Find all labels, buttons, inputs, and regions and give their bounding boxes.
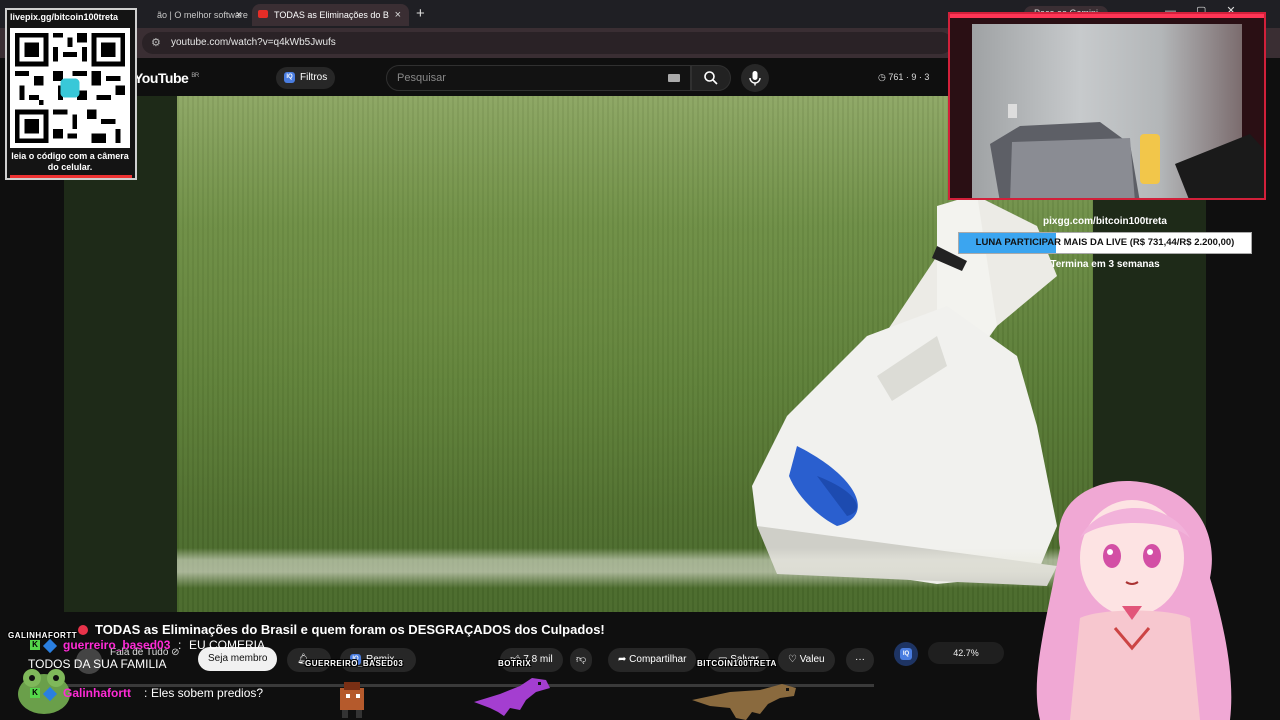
more-icon: ··· [855, 654, 865, 665]
thanks-label: Valeu [799, 654, 825, 665]
qr-code [10, 28, 130, 148]
new-tab-button[interactable]: + [416, 5, 425, 22]
share-icon: ➦ [618, 654, 627, 665]
thanks-icon: ♡ [788, 654, 797, 665]
search-placeholder: Pesquisar [397, 72, 446, 84]
purple-dinosaur-icon [474, 678, 550, 716]
pixel-critter-icon [340, 682, 364, 718]
dislike-icon: 👎︎ [576, 654, 587, 665]
voice-search-button[interactable] [741, 64, 769, 92]
iq-percent: 42.7% [928, 642, 1004, 664]
browser-tab-livepix[interactable]: ão | O melhor software p × [135, 4, 250, 26]
video-title: TODAS as Eliminações do Brasil e quem fo… [78, 622, 605, 637]
live-stats: ◷ 761 · 9 · 3 [878, 72, 929, 83]
qr-title: livepix.gg/bitcoin100treta [10, 12, 119, 22]
dislike-button[interactable]: 👎︎ [570, 648, 593, 672]
stats-text: 761 · 9 · 3 [888, 72, 930, 82]
more-button[interactable]: ··· [846, 648, 874, 672]
chat-separator: : [144, 686, 148, 700]
goal-url: pixgg.com/bitcoin100treta [1043, 216, 1167, 227]
tab-label: TODAS as Eliminações do B [274, 10, 389, 20]
goal-text: LUNA PARTICIPAR MAIS DA LIVE (R$ 731,44/… [975, 237, 1235, 248]
qr-caption: leia o código com a câmera do celular. [11, 151, 129, 172]
search-icon [704, 71, 718, 85]
address-bar[interactable]: ⚙ youtube.com/watch?v=q4kWb5Jwufs [142, 32, 952, 54]
kick-badge-icon: K [30, 688, 40, 698]
url-text[interactable]: youtube.com/watch?v=q4kWb5Jwufs [171, 32, 336, 54]
vtuber-avatar [1036, 481, 1232, 720]
clock-icon: ◷ [878, 72, 886, 82]
chat-message: Eles sobem predios? [151, 686, 264, 700]
share-label: Compartilhar [629, 654, 687, 665]
live-dot-icon [78, 625, 88, 635]
chat-separator: : [178, 638, 182, 652]
brown-dinosaur-icon [692, 684, 796, 720]
diamond-badge-icon [42, 638, 58, 654]
youtube-logo-text: YouTube [134, 70, 189, 86]
keyboard-icon[interactable] [668, 74, 680, 82]
pix-tag: BITCOIN100TRETA [697, 659, 777, 668]
tune-icon[interactable]: ⚙ [151, 36, 161, 49]
browser-tab-youtube[interactable]: TODAS as Eliminações do B × [252, 4, 409, 26]
webcam-overlay [948, 12, 1266, 200]
chat-message: EU COMERIA [189, 638, 266, 652]
goal-end-text: Termina em 3 semanas [1050, 259, 1160, 270]
field-line [177, 548, 1093, 588]
video-title-text: TODAS as Eliminações do Brasil e quem fo… [95, 622, 605, 637]
pix-tag: GUERREIRO_BASED03 [305, 659, 404, 668]
youtube-logo[interactable]: YouTube BR [134, 70, 199, 86]
search-button[interactable] [691, 65, 731, 91]
iq-button[interactable]: IQ [894, 642, 918, 666]
chat-username: guerreiro_based03 [63, 638, 171, 652]
iq-icon: IQ [284, 71, 295, 83]
close-icon[interactable]: × [395, 4, 401, 26]
kick-badge-icon: K [30, 640, 40, 650]
chat-username: Galinhafortt [63, 686, 131, 700]
webcam-room-image [990, 104, 1264, 198]
qr-code-graphic [10, 28, 130, 148]
filters-label: Filtros [300, 72, 328, 83]
goal-progress-bar: LUNA PARTICIPAR MAIS DA LIVE (R$ 731,44/… [958, 232, 1252, 254]
region-code: BR [191, 73, 199, 80]
close-icon[interactable]: × [236, 4, 242, 26]
search-input[interactable]: Pesquisar [386, 65, 691, 91]
share-button[interactable]: ➦ Compartilhar [608, 648, 697, 672]
pix-tag: BOTRIX [498, 659, 532, 668]
iq-icon: IQ [900, 648, 912, 660]
qr-underline [10, 175, 132, 178]
mic-icon [749, 71, 761, 86]
youtube-favicon-icon [258, 10, 268, 18]
filters-button[interactable]: IQ Filtros [276, 67, 336, 89]
thanks-button[interactable]: ♡ Valeu [778, 648, 835, 672]
